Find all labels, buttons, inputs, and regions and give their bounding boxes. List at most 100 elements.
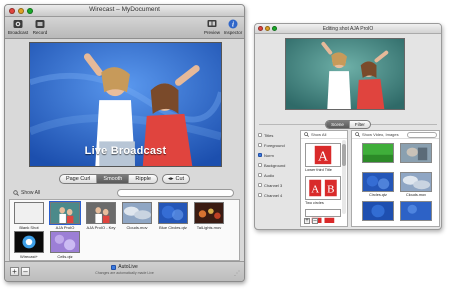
layer-checkbox[interactable]	[258, 133, 262, 137]
shot-thumbnail	[50, 231, 80, 253]
layer-item[interactable]: Norm	[258, 150, 298, 160]
broadcast-icon	[13, 20, 23, 28]
resize-grip-icon[interactable]: ⋰	[234, 270, 240, 277]
shot-label: TalLights.mov	[196, 225, 222, 230]
svg-text:B: B	[327, 184, 334, 196]
media-thumbnail	[362, 172, 394, 192]
source-remove-button[interactable]: –	[312, 218, 318, 224]
media-item[interactable]	[400, 143, 432, 164]
autolive-label: AutoLive	[118, 264, 138, 270]
media-item[interactable]	[362, 201, 394, 222]
media-panel: Show Video, Images Circles.qtz Clouds.mo…	[351, 130, 440, 227]
media-item[interactable]: Circles.qtz	[362, 172, 394, 197]
shot-item[interactable]: Clouds.mov	[120, 202, 154, 230]
main-window: Wirecast – MyDocument Broadcast Record P…	[4, 4, 245, 282]
layer-label: Channel 4	[264, 192, 283, 198]
inspector-titlebar[interactable]: Editing shot AJA ProIO	[255, 24, 441, 34]
media-thumbnail	[362, 201, 394, 221]
preview-label: Preview	[203, 30, 220, 35]
layer-item[interactable]: Channel 4	[258, 190, 298, 200]
shot-item[interactable]: Cells.qtz	[48, 231, 82, 259]
source-item-thumbnail[interactable]	[305, 209, 341, 223]
media-search-input[interactable]	[407, 132, 437, 138]
media-item[interactable]: Clouds.mov	[400, 172, 432, 197]
transition-option-page-curl[interactable]: Page Curl	[60, 175, 98, 183]
autolive-checkbox[interactable]	[111, 264, 117, 270]
tab-scene[interactable]: Scene	[326, 121, 350, 128]
media-header: Show Video, Images	[352, 131, 439, 139]
svg-text:A: A	[311, 184, 319, 196]
shot-item[interactable]: TalLights.mov	[192, 202, 226, 230]
layer-label: Audio	[264, 172, 275, 178]
shot-item[interactable]: Blank Shot	[12, 202, 46, 230]
layer-checkbox[interactable]	[258, 193, 262, 197]
source-scroll-thumb[interactable]	[342, 144, 346, 166]
main-toolbar: Broadcast Record Preview i Inspector	[5, 17, 244, 39]
shot-thumbnail	[122, 202, 152, 224]
live-broadcast-text: Live Broadcast	[84, 145, 167, 157]
record-label: Record	[32, 30, 48, 35]
preview-button[interactable]: Preview	[201, 19, 223, 35]
source-search-row: Show All	[301, 131, 347, 139]
cut-button[interactable]: ◂▸ Cut	[161, 174, 191, 184]
layer-label: Titles	[264, 132, 274, 138]
source-panel: Show All A Lower third Title A B Two cir…	[300, 130, 348, 227]
shot-item[interactable]: Wirecast+	[12, 231, 46, 259]
source-item-thumbnail[interactable]: A B	[305, 176, 341, 200]
media-filter-label[interactable]: Show Video, Images	[362, 132, 399, 137]
layer-checkbox[interactable]	[258, 143, 262, 147]
live-preview: Live Broadcast	[29, 42, 222, 167]
preview-icon	[207, 20, 217, 27]
layer-item[interactable]: Titles	[258, 130, 298, 140]
layer-item[interactable]: Audio	[258, 170, 298, 180]
window-title: Wirecast – MyDocument	[89, 6, 160, 13]
media-thumbnail	[400, 172, 432, 192]
layer-checkbox[interactable]	[258, 183, 262, 187]
media-label: Circles.qtz	[369, 193, 387, 197]
record-icon	[35, 20, 45, 28]
source-scrollbar[interactable]	[342, 140, 346, 214]
media-item[interactable]	[362, 143, 394, 164]
record-button[interactable]: Record	[29, 19, 51, 35]
source-item-thumbnail[interactable]: A	[305, 143, 341, 167]
shot-preview	[285, 38, 405, 110]
shot-preview-image	[286, 39, 404, 109]
shot-item[interactable]: AJA ProIO - Key	[84, 202, 118, 230]
media-item[interactable]	[400, 201, 432, 222]
shot-search-row: Show All	[9, 189, 240, 198]
transition-controls: Page Curl Smooth Ripple ◂▸ Cut	[5, 173, 244, 185]
broadcast-button[interactable]: Broadcast	[7, 19, 29, 35]
layer-checkbox[interactable]	[258, 153, 262, 157]
search-icon	[13, 190, 19, 196]
shot-search-input[interactable]	[117, 189, 234, 197]
layer-item[interactable]: Foreground	[258, 140, 298, 150]
source-add-button[interactable]: +	[304, 218, 310, 224]
shot-item[interactable]: AJA ProIO	[48, 201, 82, 230]
layer-label: Channel 3	[264, 182, 283, 188]
svg-text:i: i	[232, 21, 234, 29]
layer-item[interactable]: Background	[258, 160, 298, 170]
shot-item[interactable]: Blue Circles.qtz	[156, 202, 190, 230]
source-show-all-label[interactable]: Show All	[311, 132, 326, 137]
transition-option-ripple[interactable]: Ripple	[129, 175, 157, 183]
layer-item[interactable]: Channel 3	[258, 180, 298, 190]
scene-filter-selector: Scene Filter	[325, 120, 371, 129]
layer-label: Norm	[264, 152, 274, 158]
media-thumbnail	[400, 201, 432, 221]
media-thumbnail	[400, 143, 432, 163]
transition-option-smooth[interactable]: Smooth	[97, 175, 130, 183]
layer-checkbox[interactable]	[258, 173, 262, 177]
letter-ab-icon: A B	[306, 177, 340, 199]
svg-text:A: A	[318, 149, 328, 164]
cut-label: Cut	[175, 176, 185, 182]
layer-checkbox[interactable]	[258, 163, 262, 167]
show-all-label[interactable]: Show All	[21, 190, 40, 196]
shot-thumbnail	[194, 202, 224, 224]
shot-label: AJA ProIO - Key	[86, 225, 116, 230]
main-titlebar[interactable]: Wirecast – MyDocument	[5, 5, 244, 17]
shot-label: Cells.qtz	[57, 254, 73, 259]
search-icon	[304, 132, 309, 137]
search-icon	[355, 132, 360, 137]
inspector-button[interactable]: i Inspector	[222, 19, 244, 35]
tab-filter[interactable]: Filter	[350, 121, 370, 128]
